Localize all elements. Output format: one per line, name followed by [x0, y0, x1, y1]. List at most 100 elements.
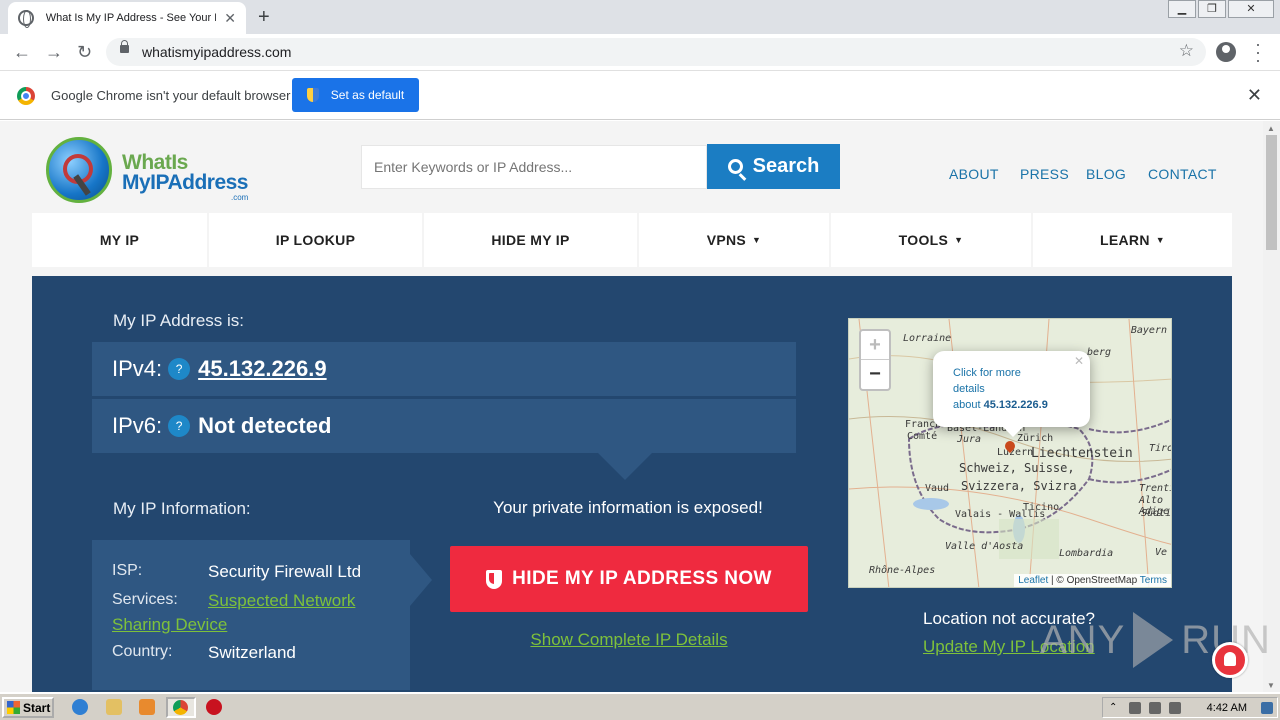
caret-down-icon: ▼ [1155, 235, 1165, 245]
browser-tab[interactable]: What Is My IP Address - See Your Pu ✕ [8, 2, 246, 34]
page-viewport: WhatIs MyIPAddress .com Search ABOUT PRE… [0, 121, 1263, 692]
forward-icon[interactable]: → [45, 42, 63, 63]
browser-tab-bar: What Is My IP Address - See Your Pu ✕ + … [0, 0, 1280, 34]
map-label: Vaud [925, 483, 950, 494]
explorer-folder-icon[interactable] [106, 699, 122, 715]
bookmark-star-icon[interactable]: ☆ [1179, 41, 1194, 61]
minimize-icon[interactable]: ▁ [1168, 0, 1196, 18]
reload-icon[interactable]: ↻ [77, 42, 92, 63]
set-as-default-button[interactable]: Set as default [292, 78, 419, 112]
map-label: Valle d'Aosta [945, 541, 1024, 552]
caret-down-icon: ▼ [752, 235, 762, 245]
nav-label: IP LOOKUP [275, 232, 356, 248]
nav-label: TOOLS [898, 232, 949, 248]
infobar-message: Google Chrome isn't your default browser [51, 88, 291, 103]
map-label: Tirol [1149, 443, 1171, 454]
antivirus-icon[interactable] [206, 699, 222, 715]
map-label: Luzern [997, 447, 1034, 458]
country-value: Switzerland [208, 643, 296, 662]
tray-expand-icon[interactable]: ⌃ [1109, 702, 1121, 714]
chrome-icon [173, 700, 188, 715]
shield-icon [486, 569, 503, 589]
notification-bell-icon[interactable] [1212, 642, 1248, 678]
services-link-cont[interactable]: Sharing Device [112, 615, 227, 635]
taskbar-clock[interactable]: 4:42 AM [1207, 702, 1247, 714]
logo-globe-icon [46, 137, 112, 203]
tab-close-icon[interactable]: ✕ [224, 10, 236, 27]
map-label: Bayern [1130, 325, 1167, 336]
search-button[interactable]: Search [707, 144, 840, 189]
nav-label: MY IP [99, 232, 140, 248]
flag-tray-icon[interactable] [1169, 702, 1181, 714]
new-tab-icon[interactable]: + [258, 6, 270, 29]
link-press[interactable]: PRESS [1020, 166, 1069, 182]
default-browser-infobar: Google Chrome isn't your default browser… [0, 71, 1280, 120]
link-about[interactable]: ABOUT [949, 166, 999, 182]
search-button-label: Search [752, 155, 820, 177]
back-icon[interactable]: ← [13, 42, 31, 63]
hide-my-ip-button[interactable]: HIDE MY IP ADDRESS NOW [450, 546, 808, 612]
nav-label: VPNS [706, 232, 747, 248]
maximize-icon[interactable]: ❐ [1198, 0, 1226, 18]
start-button[interactable]: Start [2, 697, 54, 718]
map-label: Südtirol [1141, 508, 1172, 519]
show-details-link[interactable]: Show Complete IP Details [450, 630, 808, 650]
link-blog[interactable]: BLOG [1086, 166, 1126, 182]
nav-hide-my-ip[interactable]: HIDE MY IP [424, 213, 637, 267]
isp-value: Security Firewall Ltd [208, 562, 362, 581]
logo-text-com: .com [231, 193, 249, 202]
nav-my-ip[interactable]: MY IP [32, 213, 207, 267]
url-text[interactable]: whatismyipaddress.com [142, 44, 291, 60]
media-player-icon[interactable] [139, 699, 155, 715]
scroll-thumb[interactable] [1266, 135, 1277, 250]
windows-logo-icon [7, 701, 20, 714]
help-icon[interactable]: ? [168, 358, 191, 380]
page-scrollbar[interactable]: ▲ ▼ [1263, 121, 1280, 692]
map-label: Schweiz, Suisse, [959, 461, 1075, 475]
search-input[interactable] [361, 145, 707, 189]
scroll-up-icon[interactable]: ▲ [1267, 124, 1275, 133]
map-attribution: Leaflet | © OpenStreetMap Terms [1014, 574, 1171, 587]
terms-link[interactable]: Terms [1140, 575, 1167, 586]
ip-heading: My IP Address is: [113, 311, 245, 330]
help-icon[interactable]: ? [168, 415, 191, 437]
ipv6-row: IPv6: ? Not detected [92, 399, 796, 453]
ie-icon[interactable] [72, 699, 88, 715]
link-contact[interactable]: CONTACT [1148, 166, 1217, 182]
ip-info-box: ISP: Security Firewall Ltd Services: Sus… [92, 540, 432, 690]
windows-taskbar: Start ⌃ 4:42 AM [0, 692, 1280, 720]
map-label: Jura [957, 434, 982, 445]
map-label: Ve [1155, 547, 1168, 558]
zoom-out-icon[interactable]: − [861, 360, 889, 389]
ipv4-value[interactable]: 45.132.226.9 [198, 356, 326, 382]
country-label: Country: [112, 643, 173, 660]
show-desktop-icon[interactable] [1261, 702, 1273, 714]
services-link[interactable]: Suspected Network [208, 591, 355, 611]
nav-learn[interactable]: LEARN ▼ [1033, 213, 1232, 267]
caret-down-icon: ▼ [954, 235, 964, 245]
uac-shield-icon [306, 88, 319, 102]
infobar-close-icon[interactable]: ✕ [1247, 85, 1262, 106]
location-map[interactable]: + − Bayern Lorraine berg Franche- Comté … [848, 318, 1172, 588]
nav-tools[interactable]: TOOLS ▼ [831, 213, 1031, 267]
leaflet-link[interactable]: Leaflet [1018, 575, 1048, 586]
address-bar[interactable]: whatismyipaddress.com ☆ [106, 38, 1206, 66]
nav-ip-lookup[interactable]: IP LOOKUP [209, 213, 422, 267]
globe-icon [18, 10, 34, 28]
network-icon[interactable] [1149, 702, 1161, 714]
main-nav: MY IP IP LOOKUP HIDE MY IP VPNS ▼ TOOLS ▼ … [32, 213, 1232, 267]
window-close-icon[interactable]: ✕ [1228, 0, 1274, 18]
zoom-in-icon[interactable]: + [861, 331, 889, 360]
map-popup[interactable]: ✕ Click for more details about 45.132.22… [933, 351, 1090, 437]
menu-kebab-icon[interactable]: · · · [1254, 35, 1262, 69]
services-label: Services: [112, 591, 178, 608]
volume-icon[interactable] [1129, 702, 1141, 714]
scroll-down-icon[interactable]: ▼ [1267, 681, 1275, 690]
lock-icon[interactable] [120, 40, 129, 53]
attribution-text: | © OpenStreetMap [1048, 575, 1140, 586]
nav-vpns[interactable]: VPNS ▼ [639, 213, 829, 267]
popup-close-icon[interactable]: ✕ [1074, 353, 1084, 369]
site-logo[interactable]: WhatIs MyIPAddress .com [46, 137, 261, 209]
map-label: Svizzera, Svizra [961, 479, 1077, 493]
profile-avatar-icon[interactable] [1216, 42, 1236, 62]
